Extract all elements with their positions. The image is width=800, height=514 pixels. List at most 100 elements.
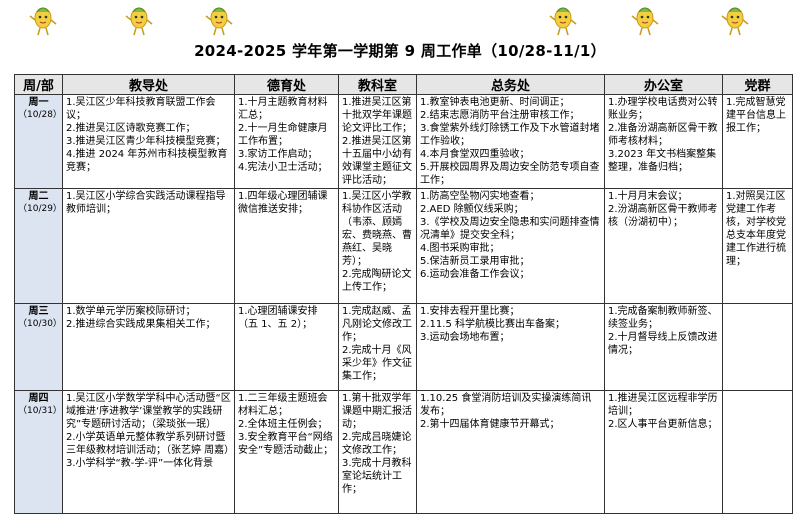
task-item: 1.吴江区小学综合实践活动课程指导教师培训； xyxy=(66,191,226,215)
task-item: 1.完成赵威、孟凡刚论文修改工作； xyxy=(342,306,412,343)
mascot-icon xyxy=(549,7,577,36)
schedule-table: 周/部 教导处 德育处 教科室 总务处 办公室 党群 周一 （10/28） 1.吴江… xyxy=(14,74,793,514)
table-cell: 1.推进吴江区远程非学历培训； 2.区人事平台更新信息； xyxy=(604,390,723,514)
task-item: 3.食堂紫外线灯除锈工作及下水管道封堵工作验收； xyxy=(420,123,600,147)
task-item: 3.《学校及周边安全隐患和实问题排查情况清单》提交安全科； xyxy=(420,217,600,241)
day-cell: 周三 （10/30） xyxy=(14,303,63,391)
task-item: 2.十一月生命健康月工作布置； xyxy=(238,123,328,147)
task-item: 3.2023 年文书档案整集整理，准备归档； xyxy=(608,149,717,173)
task-item: 3.运动会场地布置； xyxy=(420,332,510,343)
table-cell: 1.数学单元学历案校际研讨； 2.推进综合实践成果集相关工作； xyxy=(62,303,235,391)
task-item: 2.汾湖高新区骨干教师考核（汾湖初中）； xyxy=(608,204,718,228)
table-row: 周三 （10/30） 1.数学单元学历案校际研讨； 2.推进综合实践成果集相关工作； 1… xyxy=(14,303,793,391)
table-cell: 1.防高空坠物闪实地查看； 2.AED 除颤仪线采购； 3.《学校及周边安全隐患和实… xyxy=(416,188,605,304)
table-cell: 1.完成备案制教师新签、续签业务； 2.十月督导线上反馈改进情况； xyxy=(604,303,723,391)
task-item: 2.十月督导线上反馈改进情况； xyxy=(608,332,718,356)
table-cell: 1.安排去程开里比赛； 2.11.5 科学航模比赛出车备案； 3.运动会场地布置； xyxy=(416,303,605,391)
table-row: 周一 （10/28） 1.吴江区少年科技教育联盟工作会议； 2.推进吴江区诗歌竞赛工作… xyxy=(14,94,793,189)
task-item: 1.吴江区少年科技教育联盟工作会议； xyxy=(66,97,216,121)
task-item: 2.完成陶研论文上传工作； xyxy=(342,269,412,293)
day-cell: 周四 （10/31） xyxy=(14,390,63,514)
table-cell: 1.完成智慧党建平台信息上报工作； xyxy=(722,94,793,189)
table-cell: 1.办理学校电话费对公转账业务； 2.准备汾湖高新区骨干教师考核材料； 3.2023… xyxy=(604,94,723,189)
table-row: 周四 （10/31） 1.吴江区小学数学学科中心活动暨“区域推进‘序进教学’课堂教学… xyxy=(14,390,793,514)
mascot-icon xyxy=(125,7,153,36)
task-item: 3.小学科学“教-学-评”一体化背景 xyxy=(66,458,214,469)
task-item: 4.本月食堂双四重验收； xyxy=(420,149,530,160)
table-cell: 1.吴江区小学数学学科中心活动暨“区域推进‘序进教学’课堂教学的实践研究”专题研… xyxy=(62,390,235,514)
task-item: 2.准备汾湖高新区骨干教师考核材料； xyxy=(608,123,718,147)
table-cell: 1.10.25 食堂消防培训及实操演练简讯发布； 2.第十四届体育健康节开幕式； xyxy=(416,390,605,514)
task-item: 2.11.5 科学航模比赛出车备案； xyxy=(420,319,565,330)
task-item: 1.对照吴江区党建工作考核，对学校党总支本年度党建工作进行梳理； xyxy=(726,191,786,267)
task-item: 1.十月主题教育材料汇总； xyxy=(238,97,328,121)
table-cell: 1.推进吴江区第十批双学年课题论文评比工作； 2.推进吴江区第十五届中小幼有效课堂… xyxy=(338,94,417,189)
table-cell: 1.心理团辅课安排（五 1、五 2）； xyxy=(234,303,339,391)
task-item: 2.小学英语单元整体教学系列研讨暨三年级教材培训活动；（张艺婷 周嘉） xyxy=(66,432,235,456)
task-item: 3.安全教育平台“网络安全”专题活动截止； xyxy=(238,432,334,456)
table-cell: 1.十月主题教育材料汇总； 2.十一月生命健康月工作布置； 3.家访工作启动； 4.宪… xyxy=(234,94,339,189)
mascot-icon xyxy=(29,7,57,36)
task-item: 3.推进吴江区青少年科技模型竞赛； xyxy=(66,136,226,147)
task-item: 2.完成吕晓婕论文修改工作； xyxy=(342,432,412,456)
table-cell xyxy=(722,303,793,391)
task-item: 4.图书采购审批； xyxy=(420,243,500,254)
task-item: 1.第十批双学年课题中期汇报活动； xyxy=(342,393,412,430)
task-item: 5.保洁新员工录用审批； xyxy=(420,256,530,267)
task-item: 1.10.25 食堂消防培训及实操演练简讯发布； xyxy=(420,393,592,417)
column-header: 德育处 xyxy=(234,74,339,95)
task-item: 3.完成十月教科室论坛统计工作； xyxy=(342,458,412,495)
task-item: 1.四年级心理团辅课微信推送安排； xyxy=(238,191,328,215)
column-header: 党群 xyxy=(722,74,793,95)
task-item: 1.十月月末会议； xyxy=(608,191,688,202)
task-item: 2.第十四届体育健康节开幕式； xyxy=(420,419,560,430)
task-item: 6.运动会准备工作会议； xyxy=(420,269,530,280)
column-header: 总务处 xyxy=(416,74,605,95)
header-row: 周/部 教导处 德育处 教科室 总务处 办公室 党群 xyxy=(14,74,793,95)
task-item: 1.心理团辅课安排（五 1、五 2）； xyxy=(238,306,318,330)
task-item: 2.AED 除颤仪线采购； xyxy=(420,204,524,215)
task-item: 1.吴江区小学教科协作区活动（韦添、顾嫣宏、费晓燕、曹燕红、吴晓芳）； xyxy=(342,191,412,267)
task-item: 2.推进吴江区诗歌竞赛工作； xyxy=(66,123,196,134)
day-date: （10/30） xyxy=(18,319,62,329)
task-item: 2.推进吴江区第十五届中小幼有效课堂主题征文评比活动； xyxy=(342,136,412,186)
task-item: 4.宪法小卫士活动； xyxy=(238,162,328,173)
task-item: 4.推进 2024 年苏州市科技模型教育竞赛； xyxy=(66,149,228,173)
task-item: 1.推进吴江区远程非学历培训； xyxy=(608,393,718,417)
task-item: 1.完成备案制教师新签、续签业务； xyxy=(608,306,718,330)
task-item: 2.结束志愿消防平台注册审核工作； xyxy=(420,110,580,121)
task-item: 1.安排去程开里比赛； xyxy=(420,306,520,317)
table-cell: 1.吴江区小学综合实践活动课程指导教师培训； xyxy=(62,188,235,304)
table-cell: 1.完成赵威、孟凡刚论文修改工作； 2.完成十月《风采少年》作文征集工作； xyxy=(338,303,417,391)
column-header: 办公室 xyxy=(604,74,723,95)
table-cell: 1.吴江区小学教科协作区活动（韦添、顾嫣宏、费晓燕、曹燕红、吴晓芳）； 2.完成陶… xyxy=(338,188,417,304)
table-cell xyxy=(722,390,793,514)
column-header: 周/部 xyxy=(14,74,63,95)
task-item: 1.二三年级主题班会材料汇总； xyxy=(238,393,328,417)
table-row: 周二 （10/29） 1.吴江区小学综合实践活动课程指导教师培训； 1.四年级心理团辅… xyxy=(14,188,793,304)
table-cell: 1.四年级心理团辅课微信推送安排； xyxy=(234,188,339,304)
column-header: 教导处 xyxy=(62,74,235,95)
table-cell: 1.第十批双学年课题中期汇报活动； 2.完成吕晓婕论文修改工作； 3.完成十月教科室… xyxy=(338,390,417,514)
day-date: （10/28） xyxy=(18,110,62,120)
task-item: 2.全体班主任例会； xyxy=(238,419,328,430)
day-name: 周四 xyxy=(28,393,49,404)
day-date: （10/29） xyxy=(18,204,62,214)
task-item: 2.区人事平台更新信息； xyxy=(608,419,718,430)
table-cell: 1.吴江区少年科技教育联盟工作会议； 2.推进吴江区诗歌竞赛工作； 3.推进吴江区青… xyxy=(62,94,235,189)
task-item: 1.数学单元学历案校际研讨； xyxy=(66,306,196,317)
task-item: 1.教室钟表电池更新、时间调正； xyxy=(420,97,570,108)
task-item: 5.开展校园周界及周边安全防范专项自查工作； xyxy=(420,162,600,186)
mascot-icon xyxy=(205,7,233,36)
task-item: 2.完成十月《风采少年》作文征集工作； xyxy=(342,345,412,382)
table-cell: 1.对照吴江区党建工作考核，对学校党总支本年度党建工作进行梳理； xyxy=(722,188,793,304)
table-cell: 1.二三年级主题班会材料汇总； 2.全体班主任例会； 3.安全教育平台“网络安全”专… xyxy=(234,390,339,514)
task-item: 3.家访工作启动； xyxy=(238,149,318,160)
task-item: 1.防高空坠物闪实地查看； xyxy=(420,191,540,202)
header-mascot-strip xyxy=(0,0,800,40)
day-name: 周三 xyxy=(28,306,49,317)
page-title: 2024-2025 学年第一学期第 9 周工作单（10/28-11/1） xyxy=(194,42,606,60)
day-name: 周一 xyxy=(28,97,49,108)
task-item: 1.推进吴江区第十批双学年课题论文评比工作； xyxy=(342,97,412,134)
mascot-icon xyxy=(721,7,749,36)
